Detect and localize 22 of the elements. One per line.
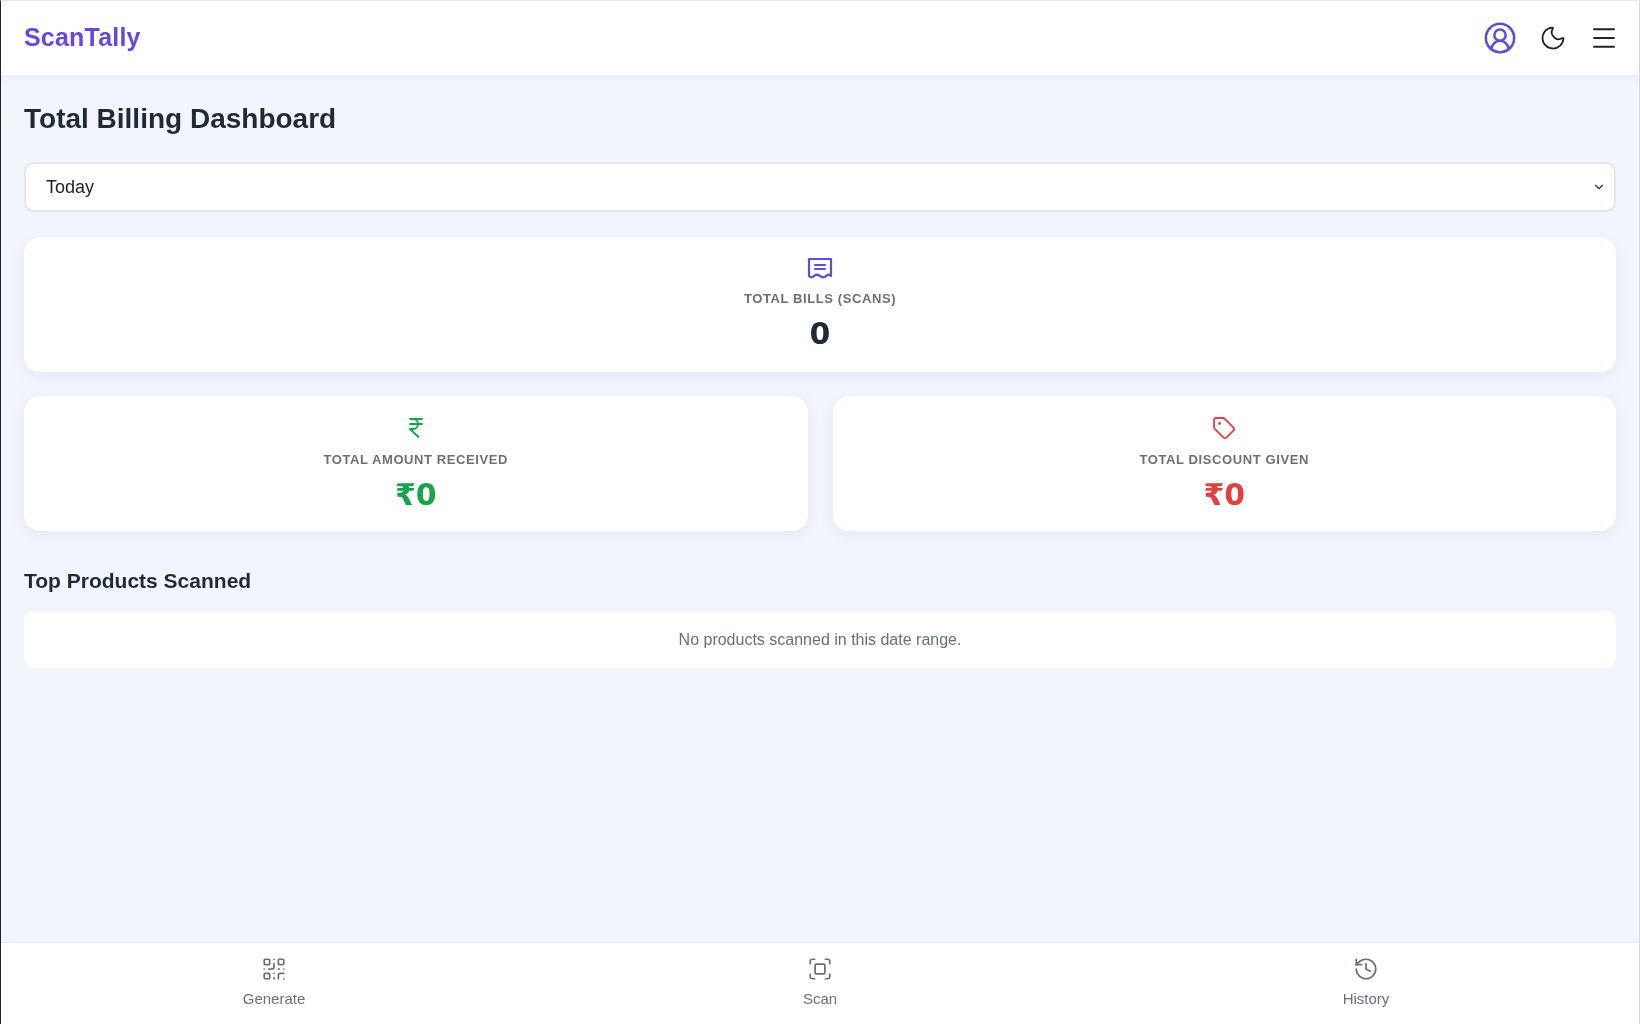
empty-message: No products scanned in this date range. — [678, 629, 962, 650]
nav-tab[interactable]: History — [1334, 952, 1398, 1015]
scan-frame-icon — [807, 956, 833, 983]
stat-value: ₹0 — [394, 477, 437, 512]
page-title: Total Billing Dashboard — [24, 102, 338, 136]
history-icon — [1353, 956, 1379, 983]
stat-value: ₹0 — [1203, 477, 1246, 512]
moon-icon — [1539, 24, 1567, 52]
user-icon — [1483, 21, 1517, 55]
date-range-select[interactable]: Today — [24, 162, 1616, 212]
tag-icon — [1212, 416, 1237, 440]
stat-label: TOTAL DISCOUNT GIVEN — [1139, 451, 1309, 469]
user-profile-button[interactable] — [1483, 21, 1517, 55]
nav-tab[interactable]: Generate — [234, 952, 314, 1015]
stat-label: TOTAL BILLS (SCANS) — [743, 290, 897, 308]
app-logo[interactable]: ScanTally — [24, 19, 141, 57]
dark-mode-button[interactable] — [1539, 24, 1567, 52]
nav-tab[interactable]: Scan — [794, 952, 846, 1015]
stat-value: 0 — [809, 316, 831, 351]
stat-label: TOTAL AMOUNT RECEIVED — [323, 451, 509, 469]
qr-code-icon — [261, 956, 287, 983]
section-title: Top Products Scanned — [24, 568, 253, 594]
